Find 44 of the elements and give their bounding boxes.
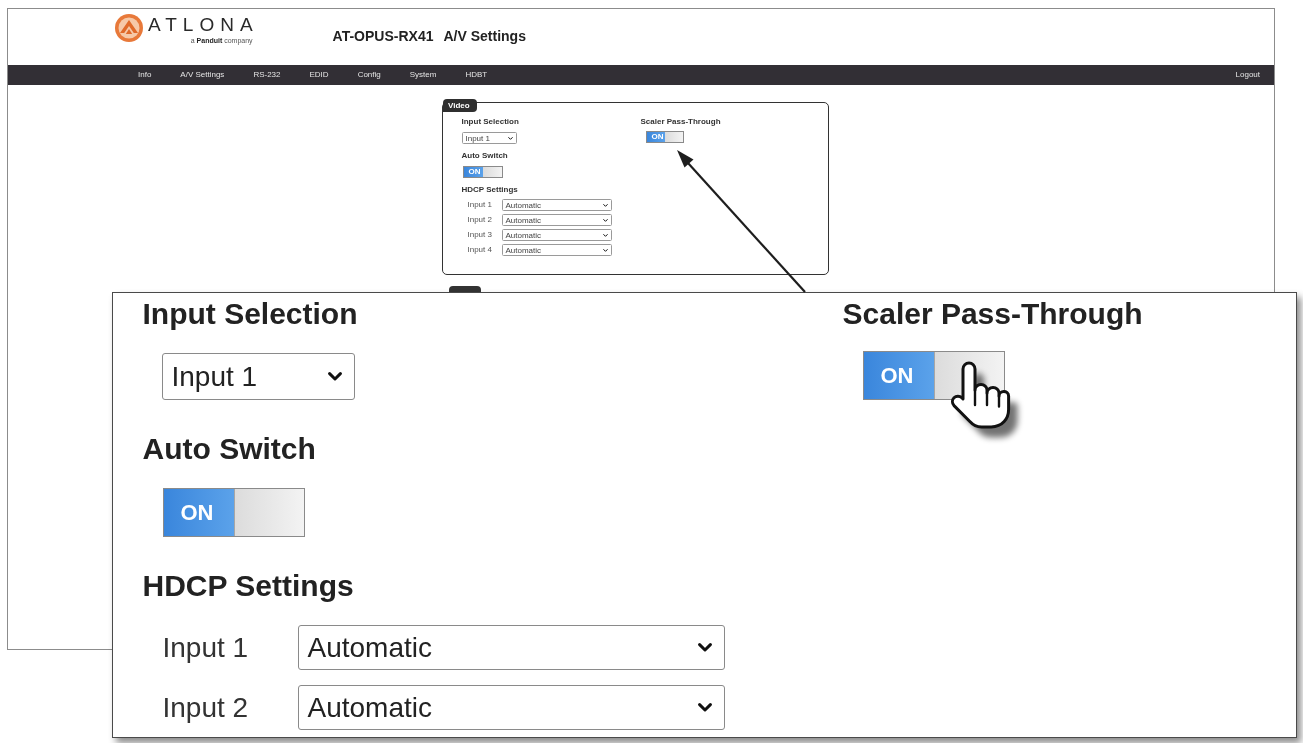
chevron-down-icon bbox=[602, 203, 608, 207]
dropdown[interactable]: Automatic bbox=[297, 625, 725, 670]
field-label: Input 3 bbox=[467, 230, 492, 240]
chevron-down-icon bbox=[327, 372, 342, 381]
dropdown[interactable]: Automatic bbox=[501, 244, 612, 256]
chevron-down-icon bbox=[697, 643, 712, 652]
chevron-down-icon bbox=[697, 703, 712, 712]
section-heading: HDCP Settings bbox=[461, 185, 518, 195]
field-label: Input 1 bbox=[162, 630, 249, 665]
section-heading: Auto Switch bbox=[142, 431, 316, 467]
dropdown[interactable]: Input 1 bbox=[161, 353, 355, 400]
dropdown[interactable]: Automatic bbox=[501, 214, 612, 226]
chevron-down-icon bbox=[602, 218, 608, 222]
logout-link[interactable]: Logout bbox=[1235, 70, 1260, 80]
nav-link[interactable]: HDBT bbox=[465, 70, 488, 80]
dropdown[interactable]: Automatic bbox=[501, 229, 612, 241]
section-heading: Auto Switch bbox=[461, 151, 508, 161]
nav-link[interactable]: System bbox=[409, 70, 437, 80]
chevron-down-icon bbox=[602, 248, 608, 252]
dropdown[interactable]: Automatic bbox=[501, 199, 612, 211]
field-label: Input 1 bbox=[467, 200, 492, 210]
dropdown[interactable]: Automatic bbox=[297, 685, 725, 730]
page-title: A/V Settings bbox=[443, 28, 526, 45]
panel-legend: Video bbox=[443, 99, 477, 112]
section-heading: Scaler Pass-Through bbox=[842, 296, 1143, 332]
field-label: Input 2 bbox=[467, 215, 492, 225]
nav-link[interactable]: RS-232 bbox=[253, 70, 281, 80]
field-label: Input 2 bbox=[162, 690, 249, 725]
dropdown[interactable]: Input 1 bbox=[461, 132, 517, 144]
chevron-down-icon bbox=[507, 136, 513, 140]
section-heading: Input Selection bbox=[142, 296, 358, 332]
chevron-logo-icon bbox=[115, 14, 143, 42]
device-name: AT-OPUS-RX41 bbox=[332, 28, 434, 45]
nav-link[interactable]: A/V Settings bbox=[180, 70, 225, 80]
nav-link[interactable]: EDID bbox=[309, 70, 329, 80]
chevron-down-icon bbox=[602, 233, 608, 237]
section-heading: Input Selection bbox=[461, 117, 519, 127]
section-heading: Scaler Pass-Through bbox=[640, 117, 721, 127]
field-label: Input 4 bbox=[467, 245, 492, 255]
panel-legend bbox=[449, 286, 481, 292]
section-heading: HDCP Settings bbox=[142, 568, 354, 604]
logo-wordmark: ATLONA bbox=[148, 15, 259, 35]
nav-link[interactable]: Info bbox=[138, 70, 152, 80]
nav-link[interactable]: Config bbox=[357, 70, 381, 80]
